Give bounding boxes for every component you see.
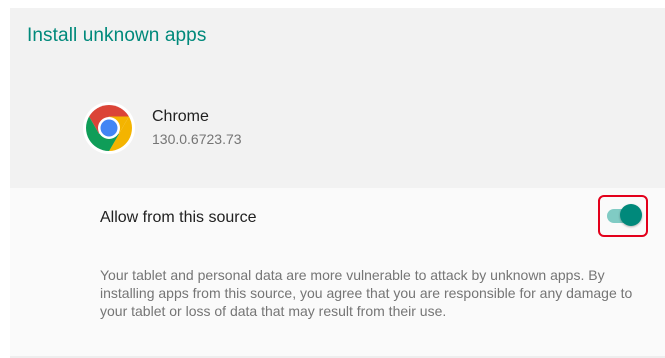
security-warning-text: Your tablet and personal data are more v…: [100, 267, 633, 319]
page-title: Install unknown apps: [27, 25, 207, 46]
app-text: Chrome 130.0.6723.73: [152, 107, 242, 149]
settings-screen: Install unknown apps Chrome 130.0.6723.7…: [0, 0, 665, 358]
allow-from-source-label: Allow from this source: [100, 209, 257, 226]
chrome-icon: [83, 102, 135, 154]
app-version: 130.0.6723.73: [152, 131, 242, 147]
app-info-row: Chrome 130.0.6723.73: [82, 98, 242, 158]
switch-thumb[interactable]: [620, 204, 642, 226]
allow-from-source-row[interactable]: Allow from this source: [10, 192, 665, 244]
app-name: Chrome: [152, 108, 209, 125]
top-gap: [0, 0, 665, 8]
